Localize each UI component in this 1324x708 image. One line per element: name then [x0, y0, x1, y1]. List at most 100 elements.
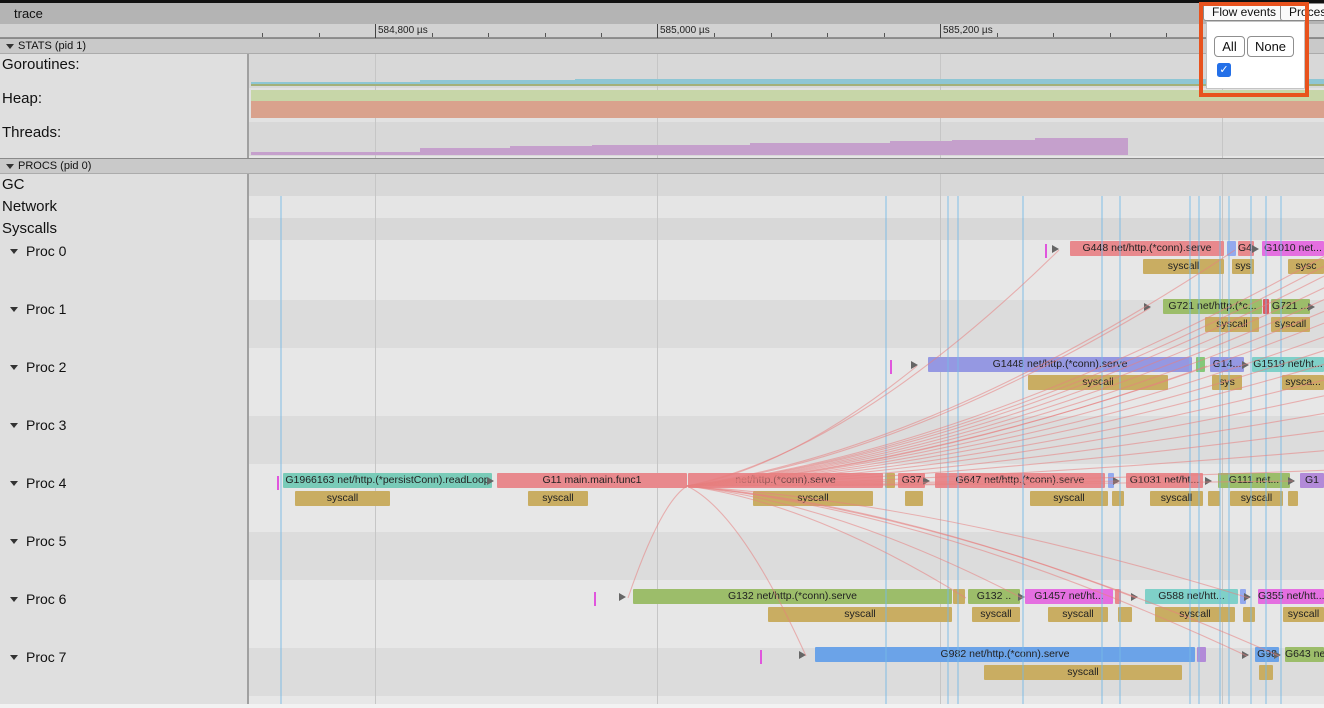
instant-event-tick	[890, 360, 892, 374]
timeline-ruler[interactable]: 584,800 µs585,000 µs585,200 µs	[0, 24, 1324, 38]
threads-step-segment	[890, 141, 952, 155]
collapse-triangle-icon[interactable]	[10, 481, 18, 486]
trace-event-bar[interactable]: G355 net/htt...	[1258, 589, 1324, 604]
trace-syscall-bar[interactable]: syscall	[528, 491, 588, 506]
trace-syscall-bar[interactable]	[905, 491, 923, 506]
instant-event-tick	[760, 650, 762, 664]
trace-event-bar[interactable]: G1	[1300, 473, 1324, 488]
collapse-triangle-icon[interactable]	[10, 539, 18, 544]
proc-row-label-1[interactable]: Proc 1	[26, 301, 66, 317]
proc-row-label-5[interactable]: Proc 5	[26, 533, 66, 549]
trace-syscall-bar[interactable]: sys	[1232, 259, 1254, 274]
collapse-triangle-icon[interactable]	[10, 655, 18, 660]
flow-arrow-icon	[923, 477, 930, 485]
trace-syscall-bar[interactable]	[1112, 491, 1124, 506]
trace-syscall-bar[interactable]: syscall	[1143, 259, 1224, 274]
trace-event-bar[interactable]: G1010 net...	[1262, 241, 1324, 256]
trace-event-bar[interactable]: G132 ..	[968, 589, 1020, 604]
flow-arrow-icon	[1242, 361, 1249, 369]
ruler-minor-tick	[771, 33, 772, 37]
trace-event-bar[interactable]	[1197, 647, 1206, 662]
trace-event-bar[interactable]: G132 net/http.(*conn).serve	[633, 589, 952, 604]
procs-section-header[interactable]: PROCS (pid 0)	[0, 158, 1324, 174]
flow-arrow-icon	[1252, 245, 1259, 253]
trace-syscall-bar[interactable]	[1208, 491, 1220, 506]
trace-event-bar[interactable]: G721 ...	[1271, 299, 1310, 314]
collapse-triangle-icon[interactable]	[10, 597, 18, 602]
trace-syscall-bar[interactable]: syscall	[1230, 491, 1283, 506]
threads-step-segment	[592, 145, 750, 155]
ruler-tick-label: 585,000 µs	[660, 25, 710, 36]
heap-band	[251, 90, 1324, 101]
trace-syscall-bar[interactable]: syscall	[295, 491, 390, 506]
trace-syscall-bar[interactable]: syscall	[1271, 317, 1310, 332]
trace-syscall-bar[interactable]: syscall	[1205, 317, 1259, 332]
trace-syscall-bar[interactable]	[1118, 607, 1132, 622]
proc-row-label-4[interactable]: Proc 4	[26, 475, 66, 491]
trace-event-bar[interactable]: G14...	[1210, 357, 1244, 372]
proc-row-label-6[interactable]: Proc 6	[26, 591, 66, 607]
threads-step-segment	[952, 140, 1035, 155]
collapse-triangle-icon[interactable]	[10, 365, 18, 370]
trace-event-bar[interactable]: net/http.(*conn).serve	[688, 473, 883, 488]
trace-syscall-bar[interactable]: syscall	[1155, 607, 1235, 622]
trace-syscall-bar[interactable]: syscall	[1030, 491, 1108, 506]
trace-syscall-bar[interactable]: syscall	[1048, 607, 1108, 622]
trace-event-bar[interactable]: G37	[898, 473, 925, 488]
ruler-minor-tick	[601, 33, 602, 37]
trace-event-bar[interactable]	[1196, 357, 1205, 372]
proc-row-label-3[interactable]: Proc 3	[26, 417, 66, 433]
collapse-triangle-icon[interactable]	[6, 164, 14, 169]
trace-syscall-bar[interactable]: syscall	[1150, 491, 1203, 506]
trace-event-bar[interactable]: G1457 net/ht...	[1025, 589, 1113, 604]
stats-section-title: STATS (pid 1)	[18, 40, 86, 52]
threads-step-segment	[510, 146, 592, 155]
proc-row-label-2[interactable]: Proc 2	[26, 359, 66, 375]
flow-arrow-icon	[799, 651, 806, 659]
collapse-triangle-icon[interactable]	[10, 423, 18, 428]
trace-event-bar[interactable]	[1227, 241, 1236, 256]
trace-event-bar[interactable]	[953, 589, 965, 604]
gc-track-bg	[249, 174, 1324, 196]
trace-syscall-bar[interactable]: syscall	[768, 607, 952, 622]
trace-syscall-bar[interactable]: sys	[1212, 375, 1242, 390]
collapse-triangle-icon[interactable]	[10, 249, 18, 254]
trace-event-bar[interactable]: G643 ne...	[1285, 647, 1324, 662]
trace-syscall-bar[interactable]: syscall	[753, 491, 873, 506]
trace-event-bar[interactable]: G11 main.main.func1	[497, 473, 687, 488]
proc-row-label-7[interactable]: Proc 7	[26, 649, 66, 665]
threads-step-segment	[420, 148, 510, 155]
stats-row-label-goroutines: Goroutines:	[2, 56, 80, 73]
trace-syscall-bar[interactable]: syscall	[1028, 375, 1168, 390]
collapse-triangle-icon[interactable]	[10, 307, 18, 312]
trace-event-bar[interactable]: G1448 net/http.(*conn).serve	[928, 357, 1192, 372]
proc-row-label-0[interactable]: Proc 0	[26, 243, 66, 259]
trace-event-bar[interactable]	[885, 473, 895, 488]
ruler-minor-tick	[884, 33, 885, 37]
track-start-line	[248, 24, 249, 704]
trace-event-bar[interactable]: G647 net/http.(*conn).serve	[935, 473, 1105, 488]
trace-syscall-bar[interactable]	[1243, 607, 1255, 622]
trace-event-bar[interactable]: G1031 net/ht...	[1126, 473, 1203, 488]
stats-section-header[interactable]: STATS (pid 1)	[0, 38, 1324, 54]
trace-syscall-bar[interactable]	[1288, 491, 1298, 506]
trace-event-bar[interactable]	[1263, 299, 1269, 314]
trace-syscall-bar[interactable]: syscall	[972, 607, 1020, 622]
trace-event-bar[interactable]: G1519 net/ht...	[1252, 357, 1324, 372]
trace-syscall-bar[interactable]: sysca...	[1282, 375, 1324, 390]
collapse-triangle-icon[interactable]	[6, 44, 14, 49]
stats-row-label-heap: Heap:	[2, 90, 42, 107]
trace-event-bar[interactable]	[1115, 589, 1121, 604]
trace-event-bar[interactable]: G982 net/http.(*conn).serve	[815, 647, 1195, 662]
trace-event-bar[interactable]: G1966163 net/http.(*persistConn).readLoo…	[283, 473, 492, 488]
trace-event-bar[interactable]: G111 net...	[1218, 473, 1290, 488]
trace-syscall-bar[interactable]	[1259, 665, 1273, 680]
trace-syscall-bar[interactable]: syscall	[1283, 607, 1324, 622]
trace-syscall-bar[interactable]: syscall	[984, 665, 1182, 680]
trace-event-bar[interactable]: G721 net/http.(*c...	[1163, 299, 1262, 314]
trace-syscall-bar[interactable]: sysc	[1288, 259, 1324, 274]
trace-event-bar[interactable]: G588 net/htt...	[1145, 589, 1238, 604]
trace-event-bar[interactable]: G448 net/http.(*conn).serve	[1070, 241, 1224, 256]
flow-arrow-icon	[1244, 593, 1251, 601]
trace-viewer: G448 net/http.(*conn).serveG44G1010 net.…	[0, 0, 1324, 708]
